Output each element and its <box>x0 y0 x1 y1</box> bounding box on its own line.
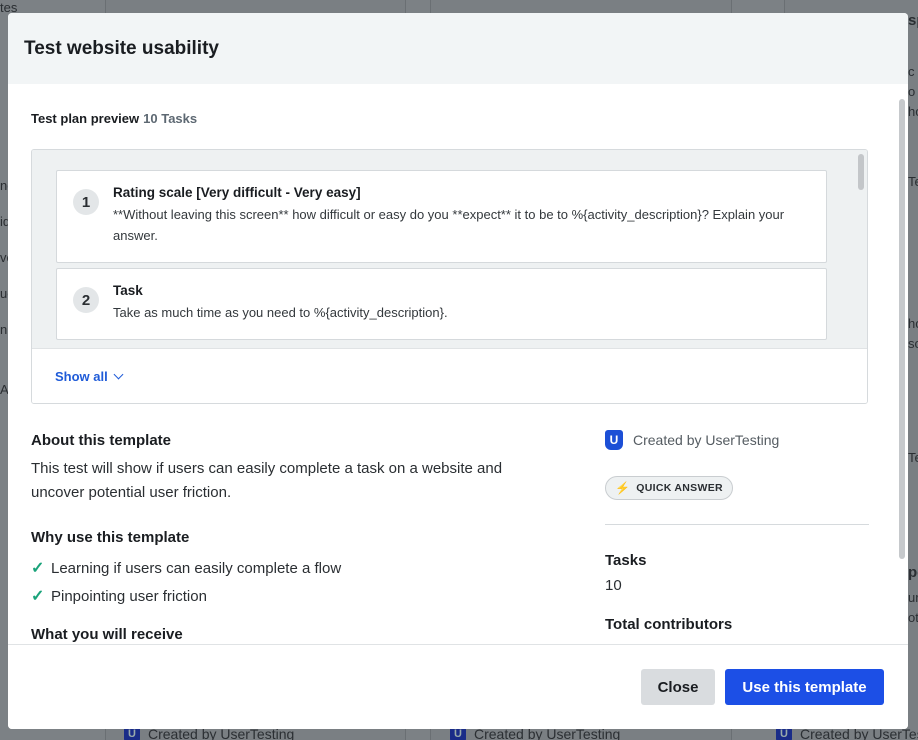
modal-body[interactable]: Test plan preview 10 Tasks 1 Rating scale… <box>8 84 908 644</box>
chevron-down-icon <box>113 369 124 379</box>
tasks-label: Tasks <box>605 552 647 569</box>
modal-header: Test website usability <box>8 13 908 84</box>
modal-scrollbar[interactable] <box>899 99 905 559</box>
use-template-button[interactable]: Use this template <box>725 669 884 705</box>
bg-snippet: sp <box>908 12 918 29</box>
task-card: 1 Rating scale [Very difficult - Very ea… <box>56 170 827 263</box>
checkmark-icon: ✓ <box>31 560 45 577</box>
list-item: ✓ Pinpointing user friction <box>31 587 207 606</box>
task-description: Take as much time as you need to %{activ… <box>113 305 448 320</box>
usertesting-logo-icon: U <box>605 430 623 450</box>
test-plan-preview: 1 Rating scale [Very difficult - Very ea… <box>31 149 868 404</box>
show-all-link[interactable]: Show all <box>32 348 867 403</box>
bg-snippet: so <box>908 336 918 351</box>
bg-card-footer: U Created by UserTesting <box>776 726 918 740</box>
template-description: About this template This test will show … <box>31 432 605 643</box>
bg-snippet: pe <box>908 564 918 581</box>
bg-snippet: o <box>908 84 916 99</box>
task-count: 10 Tasks <box>143 111 198 126</box>
about-text: This test will show if users can easily … <box>31 460 503 501</box>
template-modal: Test website usability Test plan preview… <box>8 13 908 729</box>
template-details: About this template This test will show … <box>31 430 885 643</box>
modal-title: Test website usability <box>24 37 219 59</box>
task-title: Task <box>113 283 143 298</box>
bg-snippet: n <box>0 322 8 337</box>
receive-title: What you will receive <box>31 626 183 643</box>
bg-snippet: ur <box>908 590 918 605</box>
task-number: 1 <box>73 189 99 215</box>
bg-snippet: ho <box>908 316 918 331</box>
checkmark-icon: ✓ <box>31 588 45 605</box>
bg-snippet: ot <box>908 610 918 625</box>
test-plan-heading: Test plan preview 10 Tasks <box>31 111 198 126</box>
bg-snippet: c <box>908 64 915 79</box>
about-title: About this template <box>31 432 172 449</box>
bg-snippet: Te <box>908 174 918 189</box>
bg-card-footer: U Created by UserTesting <box>124 726 294 740</box>
quick-answer-badge: ⚡ QUICK ANSWER <box>605 476 733 500</box>
tasks-value: 10 <box>605 577 622 594</box>
lightning-icon: ⚡ <box>615 481 631 495</box>
bg-card-footer: U Created by UserTesting <box>450 726 620 740</box>
task-list[interactable]: 1 Rating scale [Very difficult - Very ea… <box>32 150 867 349</box>
task-title: Rating scale [Very difficult - Very easy… <box>113 185 361 200</box>
creator-info: U Created by UserTesting <box>605 430 869 450</box>
task-list-scrollbar[interactable] <box>858 154 864 190</box>
close-button[interactable]: Close <box>641 669 715 705</box>
task-number: 2 <box>73 287 99 313</box>
task-description: **Without leaving this screen** how diff… <box>113 207 785 243</box>
modal-footer: Close Use this template <box>8 644 908 729</box>
contributors-label: Total contributors <box>605 616 733 633</box>
list-item: ✓ Learning if users can easily complete … <box>31 559 342 578</box>
bg-snippet: Te <box>908 450 918 465</box>
task-card: 2 Task Take as much time as you need to … <box>56 268 827 340</box>
divider <box>605 524 869 525</box>
why-title: Why use this template <box>31 529 190 546</box>
template-meta: U Created by UserTesting ⚡ QUICK ANSWER … <box>605 430 869 643</box>
bg-snippet: ho <box>908 104 918 119</box>
